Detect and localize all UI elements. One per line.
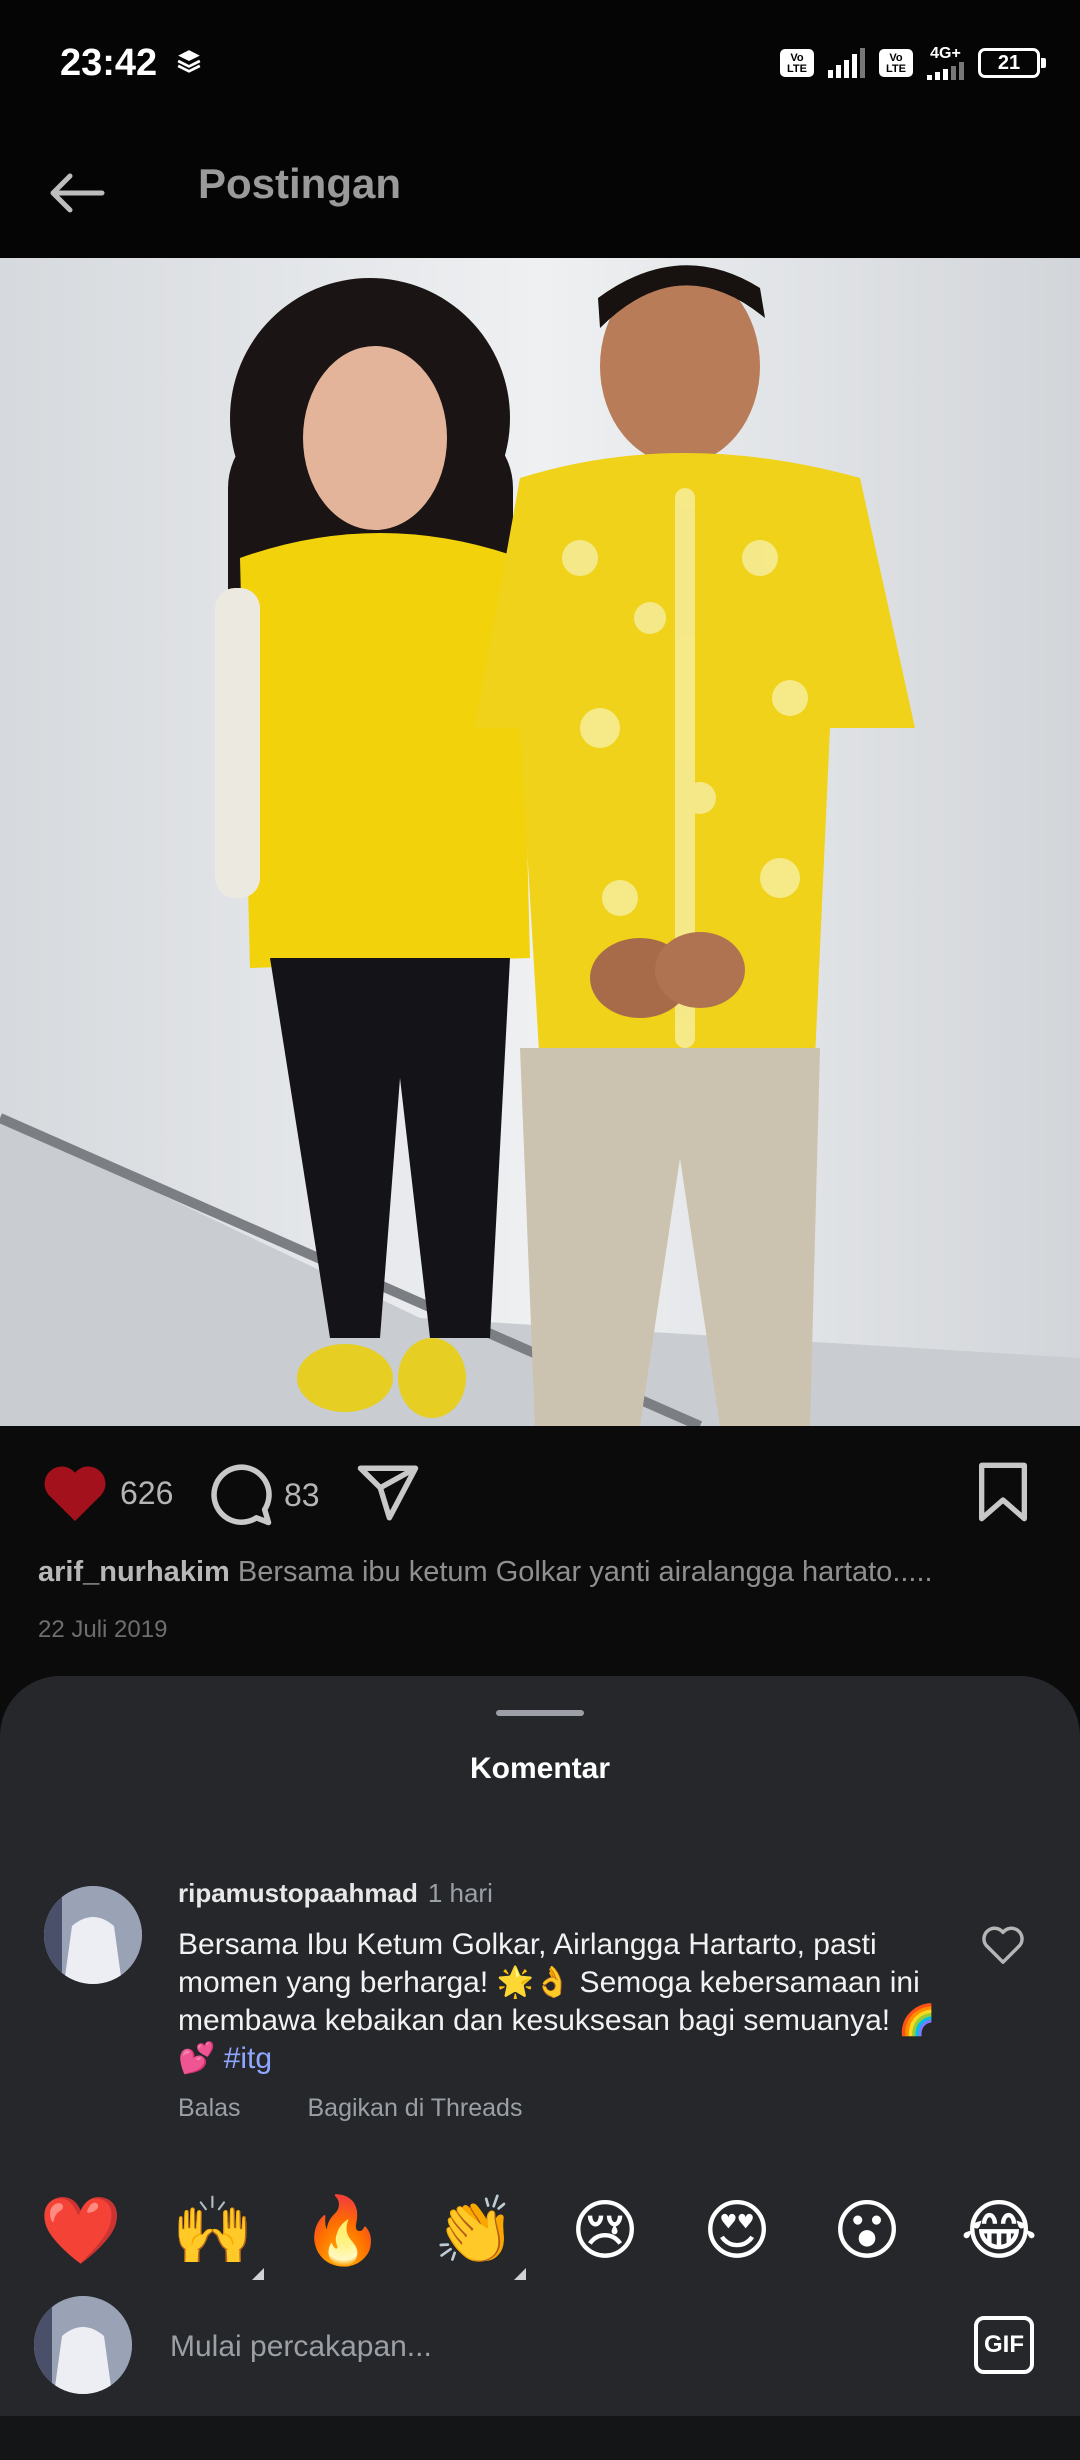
emoji-crying[interactable]: 😢 <box>560 2186 650 2276</box>
volte-icon-2: Vo LTE <box>879 49 913 77</box>
comment-username[interactable]: ripamustopaahmad <box>178 1878 418 1908</box>
comment-action[interactable]: 83 <box>208 1462 320 1528</box>
comment-input-row: Mulai percakapan... GIF <box>0 2286 1080 2406</box>
emoji-clapping-glyph: 👏 <box>433 2192 517 2269</box>
arrow-left-icon[interactable] <box>42 158 112 228</box>
post-caption: arif_nurhakim Bersama ibu ketum Golkar y… <box>38 1556 1048 1589</box>
comment-hashtag[interactable]: #itg <box>224 2042 272 2075</box>
post-date: 22 Juli 2019 <box>38 1616 168 1643</box>
emoji-raised-hands-glyph: 🙌 <box>171 2192 255 2269</box>
emoji-surprised[interactable]: 😮 <box>822 2186 912 2276</box>
sheet-drag-handle[interactable] <box>496 1710 584 1716</box>
comment-text: Bersama Ibu Ketum Golkar, Airlangga Hart… <box>178 1926 938 2078</box>
volte-icon: Vo LTE <box>780 49 814 77</box>
page-title: Postingan <box>198 160 402 207</box>
comment-input[interactable]: Mulai percakapan... <box>170 2330 432 2364</box>
caption-username[interactable]: arif_nurhakim <box>38 1556 230 1588</box>
comment-header: ripamustopaahmad 1 hari <box>178 1878 493 1909</box>
status-time: 23:42 <box>60 42 158 84</box>
share-threads-button[interactable]: Bagikan di Threads <box>308 2094 523 2122</box>
like-count: 626 <box>120 1474 174 1511</box>
like-action[interactable]: 626 <box>40 1462 173 1524</box>
variant-triangle-icon-2 <box>514 2268 526 2280</box>
comment-body: Bersama Ibu Ketum Golkar, Airlangga Hart… <box>178 1928 936 2075</box>
my-avatar <box>34 2296 132 2394</box>
system-nav-bar <box>0 2416 1080 2460</box>
post-image[interactable] <box>0 258 1080 1426</box>
signal-icon <box>828 48 865 78</box>
comment-icon[interactable] <box>208 1462 274 1528</box>
network-indicator: 4G+ <box>927 46 964 80</box>
my-avatar-image <box>34 2296 132 2394</box>
emoji-laughing[interactable]: 😂 <box>954 2186 1044 2276</box>
comment-count: 83 <box>284 1476 320 1513</box>
heart-filled-icon[interactable] <box>40 1462 110 1524</box>
emoji-heart[interactable]: ❤️ <box>36 2186 126 2276</box>
status-bar: 23:42 Vo LTE Vo LTE 4G+ 21 <box>0 0 1080 130</box>
commenter-avatar-image <box>44 1886 142 1984</box>
sheet-title: Komentar <box>469 1752 611 1785</box>
emoji-fire[interactable]: 🔥 <box>298 2186 388 2276</box>
top-app-bar: Postingan <box>0 130 1080 258</box>
status-indicators: Vo LTE Vo LTE 4G+ 21 <box>780 46 1046 80</box>
comments-sheet: Komentar ripamustopaahmad 1 hari Bersama … <box>0 1676 1080 2460</box>
quick-emoji-bar: ❤️ 🙌 🔥 👏 😢 😍 😮 😂 <box>0 2186 1080 2296</box>
comment-like-icon[interactable] <box>980 1924 1026 1966</box>
post-photo-illustration <box>0 258 1080 1426</box>
bookmark-icon[interactable] <box>974 1460 1032 1524</box>
reply-button[interactable]: Balas <box>178 2094 241 2122</box>
emoji-heart-eyes[interactable]: 😍 <box>692 2186 782 2276</box>
signal-icon-2 <box>927 62 964 80</box>
share-icon[interactable] <box>354 1460 422 1526</box>
comment-time: 1 hari <box>427 1878 493 1908</box>
emoji-raised-hands[interactable]: 🙌 <box>168 2186 264 2280</box>
battery-icon: 21 <box>978 48 1046 78</box>
comment-actions: Balas Bagikan di Threads <box>178 2094 582 2123</box>
caption-text: Bersama ibu ketum Golkar yanti airalangg… <box>237 1556 933 1588</box>
commenter-avatar[interactable] <box>44 1886 142 1984</box>
variant-triangle-icon <box>252 2268 264 2280</box>
network-type: 4G+ <box>930 45 961 62</box>
gif-button[interactable]: GIF <box>974 2316 1034 2374</box>
emoji-clapping[interactable]: 👏 <box>430 2186 526 2280</box>
layers-icon <box>177 50 201 73</box>
